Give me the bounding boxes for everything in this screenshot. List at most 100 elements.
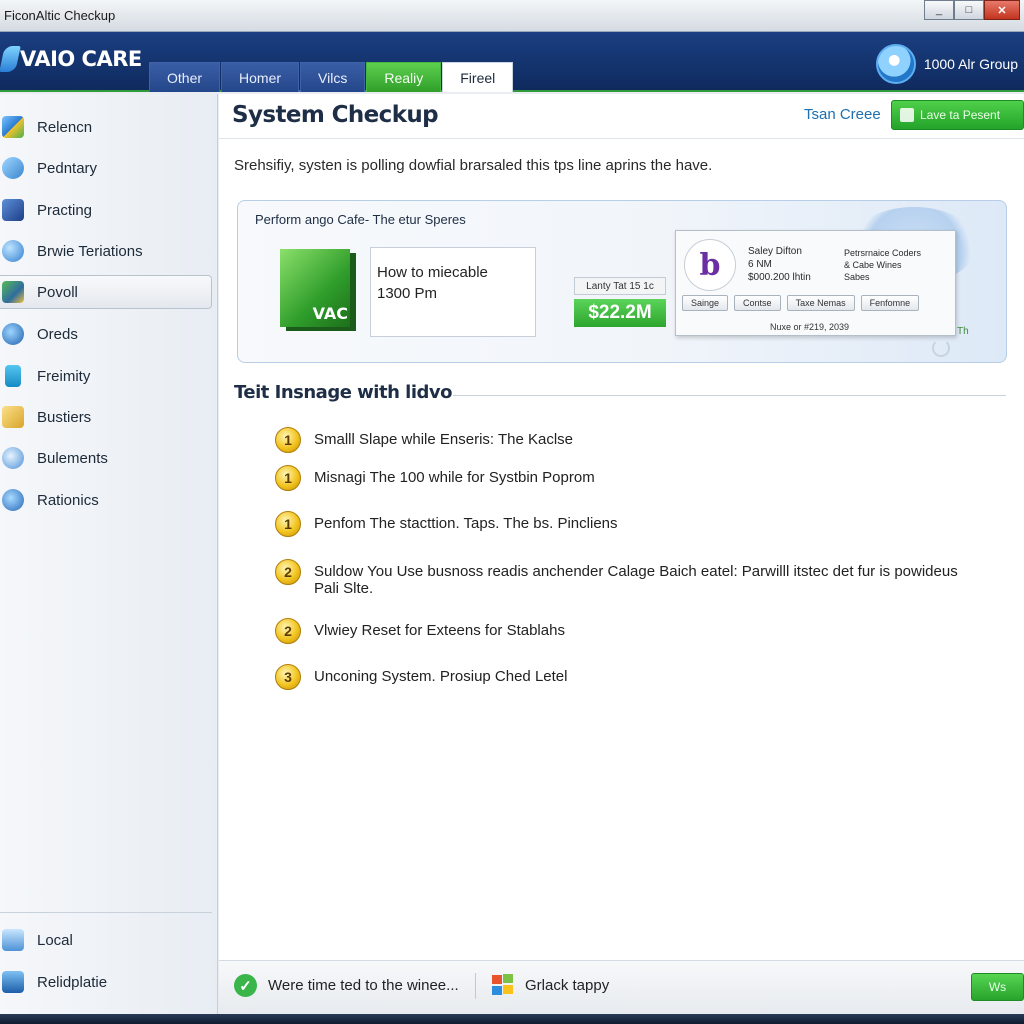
popup-detail-1: Saley Difton [748,246,802,257]
popup-detail-3: $000.200 lhtin [748,272,811,283]
sidebar-item-label: Practing [37,201,93,219]
folders-icon [2,406,24,428]
sidebar-item-local[interactable]: Local [0,923,212,957]
sidebar-item-label: Local [37,931,73,949]
tab-vilcs[interactable]: Vilcs [300,62,366,92]
minimize-button[interactable]: _ [924,0,954,20]
popup-button-sainge[interactable]: Sainge [682,295,729,311]
task-item[interactable]: 1 Penfom The stacttion. Taps. The bs. Pi… [275,511,618,537]
product-popup: b Saley Difton 6 NM $000.200 lhtin Petrs… [675,230,956,336]
page-description: Srehsifiy, systen is polling dowfial bra… [234,157,713,174]
task-item[interactable]: 2 Suldow You Use busnoss readis anchende… [275,559,964,597]
popup-button-taxe-nemas[interactable]: Taxe Nemas [786,295,855,311]
tab-other[interactable]: Other [149,62,221,92]
avatar[interactable] [875,44,916,84]
info-line-1: How to miecable [377,264,488,281]
sidebar-item-label: Brwie Teriations [37,242,143,260]
page-title: System Checkup [232,102,439,128]
info-globe-icon [2,489,24,511]
save-icon [900,108,914,122]
close-button[interactable]: ✕ [984,0,1020,20]
popup-note-1: Petrsrnaice Coders [844,248,922,258]
sidebar-item-relencn[interactable]: Relencn [0,110,212,144]
sidebar-item-label: Relencn [37,118,93,136]
step-number-badge: 2 [275,618,301,644]
network-icon [2,157,24,179]
popup-notes: Petrsrnaice Coders & Cabe Wines Sabes [844,247,921,283]
step-number-badge: 1 [275,511,301,537]
sidebar-item-bulements[interactable]: Bulements [0,441,212,475]
brand-name: VAIO CARE [20,47,142,71]
section-divider [453,395,1006,396]
popup-footer: Nuxe or #219, 2039 [770,322,850,332]
tab-fireel[interactable]: Fireel [442,62,514,92]
sidebar-item-label: Pedntary [37,159,98,177]
header-divider [219,138,1024,139]
task-text: Suldow You Use busnoss readis anchender … [314,563,958,597]
sidebar-item-label: Oreds [37,325,78,343]
info-line-2: 1300 Pm [377,285,438,302]
brand-logo: VAIO CARE [0,46,142,72]
footer-divider [475,973,476,999]
task-text: Smalll Slape while Enseris: The Kaclse [314,431,574,448]
task-text: Unconing System. Prosiup Ched Letel [314,668,568,685]
sidebar-item-label: Bulements [37,449,108,467]
banner-side-text: Th [957,326,969,337]
globe-icon [2,240,24,262]
sidebar-item-label: Relidplatie [37,973,108,991]
monitor-grid-icon [2,116,24,138]
sidebar-divider [0,912,212,913]
tab-realiy[interactable]: Realiy [366,62,442,92]
product-box-label: VAC [312,304,348,323]
banner-title: Perform ango Cafe- The etur Speres [255,212,466,227]
title-bar: FiconAltic Checkup _ □ ✕ [0,0,1024,32]
tab-homer[interactable]: Homer [221,62,300,92]
top-link[interactable]: Tsan Creee [804,106,881,123]
windows-flag-icon [491,974,515,996]
tools-icon [2,281,24,303]
sidebar-item-freimity[interactable]: Freimity [0,359,212,393]
status-footer: ✓ Were time ted to the winee... Grlack t… [219,960,1024,1014]
popup-details: Saley Difton 6 NM $000.200 lhtin [748,245,811,284]
sidebar-item-practing[interactable]: Practing [0,193,212,227]
step-number-badge: 1 [275,427,301,453]
price-caption: Lanty Tat 15 1c [574,277,666,295]
sidebar-item-label: Bustiers [37,408,92,426]
sidebar-item-brwie-teriations[interactable]: Brwie Teriations [0,234,212,268]
sidebar-item-oreds[interactable]: Oreds [0,317,212,351]
monitor-icon [2,971,24,993]
price-value[interactable]: $22.2M [574,299,666,327]
sidebar-item-bustiers[interactable]: Bustiers [0,400,212,434]
user-group[interactable]: 1000 Alr Group [875,44,1018,84]
status-text: Were time ted to the winee... [268,977,459,994]
task-item[interactable]: 3 Unconing System. Prosiup Ched Letel [275,664,567,690]
task-item[interactable]: 1 Misnagi The 100 while for Systbin Popr… [275,465,595,491]
sidebar-item-relidplatie[interactable]: Relidplatie [0,965,212,999]
popup-button-fenfomne[interactable]: Fenfomne [860,295,920,311]
help-link[interactable]: Grlack tappy [525,977,609,994]
search-globe-icon [2,447,24,469]
task-item[interactable]: 2 Vlwiey Reset for Exteens for Stablahs [275,618,565,644]
task-item[interactable]: 1 Smalll Slape while Enseris: The Kaclse [275,427,573,453]
footer-action-button[interactable]: Ws [971,973,1024,1001]
window-bottom-edge [0,1014,1024,1024]
promo-banner: Perform ango Cafe- The etur Speres VAC H… [237,200,1007,363]
group-label: 1000 Alr Group [923,56,1018,72]
sidebar-item-rationics[interactable]: Rationics [0,483,212,517]
sidebar-item-label: Freimity [37,367,91,385]
step-number-badge: 3 [275,664,301,690]
computer-icon [2,929,24,951]
section-title: Teit Insnage with lidvo [234,382,453,403]
product-logo-icon: b [684,239,736,291]
banner-info-box: How to miecable 1300 Pm [370,247,536,337]
popup-button-contse[interactable]: Contse [734,295,781,311]
sidebar-item-label: Rationics [37,491,99,509]
popup-note-3: Sabes [844,272,870,282]
mouse-cord-graphic [932,339,950,357]
maximize-button[interactable]: □ [954,0,984,20]
check-icon: ✓ [234,974,257,997]
sidebar-item-povoll[interactable]: Povoll [0,275,212,309]
top-action-button[interactable]: Lave ta Pesent [891,100,1024,130]
sidebar-item-pedntary[interactable]: Pedntary [0,151,212,185]
popup-detail-2: 6 NM [748,259,772,270]
